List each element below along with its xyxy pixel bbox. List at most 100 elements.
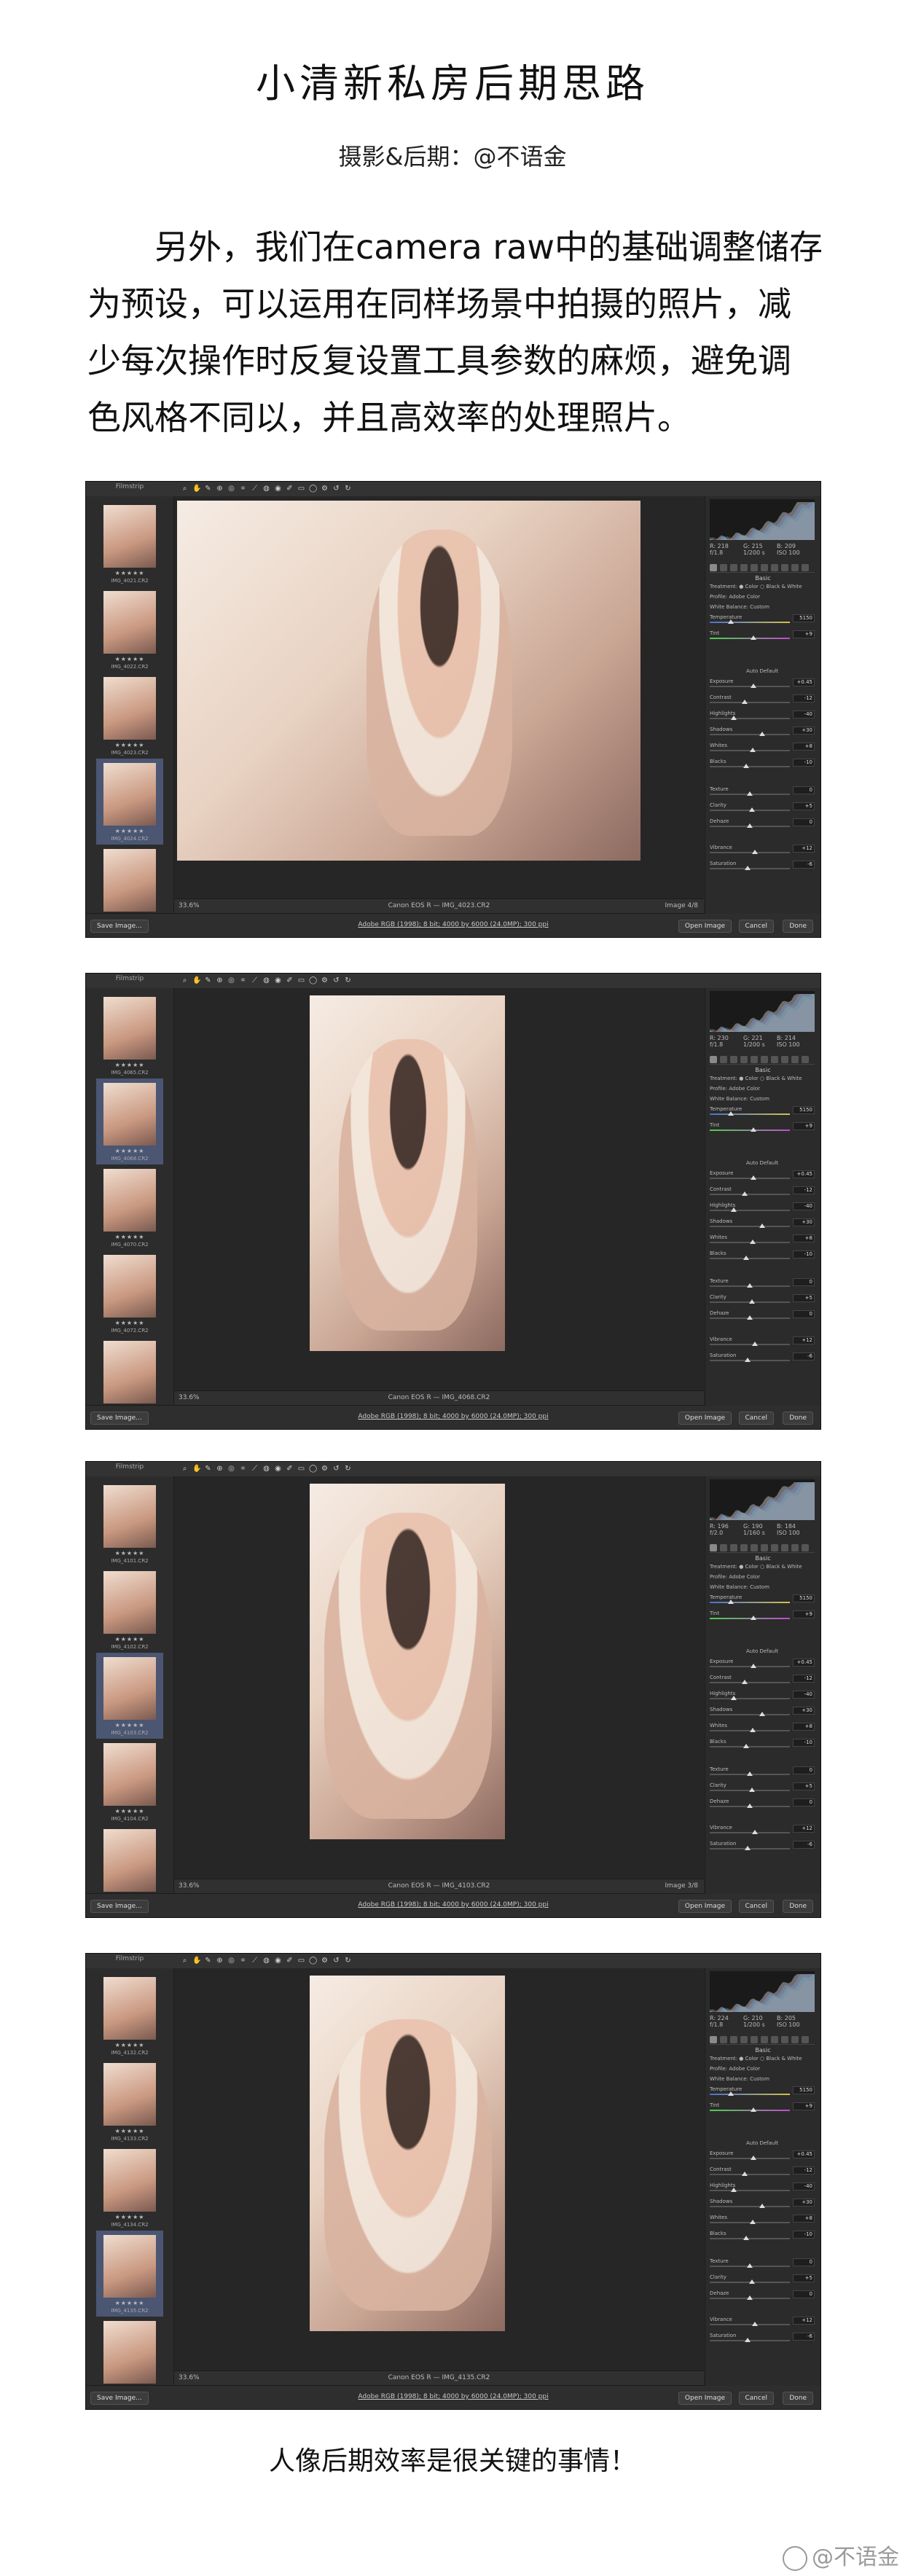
rotate-ccw-icon[interactable]: ↺	[332, 1957, 340, 1965]
split-toning-tab-icon[interactable]	[751, 2036, 758, 2043]
white-balance-select[interactable]: Custom	[750, 2076, 769, 2082]
slider-handle[interactable]	[727, 619, 734, 624]
slider-value-field[interactable]: 5150	[793, 614, 815, 622]
open-image-button[interactable]: Open Image	[678, 1900, 732, 1913]
tone-curve-tab-icon[interactable]	[720, 564, 727, 571]
lens-tab-icon[interactable]	[761, 2036, 768, 2043]
slider-texture[interactable]: Texture 0	[710, 786, 815, 796]
slider-value-field[interactable]: -12	[793, 694, 815, 702]
slider-track[interactable]	[710, 852, 790, 853]
slider-track[interactable]	[710, 2190, 790, 2191]
slider-handle[interactable]	[750, 1240, 756, 1244]
preferences-icon[interactable]: ⚙	[321, 1465, 329, 1473]
slider-handle[interactable]	[750, 1728, 756, 1732]
slider-handle[interactable]	[751, 1616, 756, 1620]
treatment-bw-option[interactable]: ○ Black & White	[760, 2056, 802, 2062]
slider-value-field[interactable]: 0	[793, 1310, 815, 1318]
slider-saturation[interactable]: Saturation -6	[710, 1352, 815, 1363]
slider-handle[interactable]	[727, 1600, 734, 1604]
star-rating[interactable]: ★★★★★	[96, 656, 163, 662]
red-eye-icon[interactable]: ◉	[274, 976, 282, 984]
white-balance-icon[interactable]: ✎	[204, 485, 212, 493]
cancel-button[interactable]: Cancel	[738, 1900, 774, 1913]
auto-link[interactable]: Auto	[746, 1648, 759, 1654]
detail-tab-icon[interactable]	[730, 2036, 737, 2043]
slider-value-field[interactable]: +12	[793, 2317, 815, 2325]
done-button[interactable]: Done	[783, 920, 813, 933]
filmstrip-thumbnail[interactable]: ★★★★★ IMG_4072.CR2	[96, 1250, 163, 1336]
basic-tab-icon[interactable]	[710, 1544, 717, 1551]
slider-value-field[interactable]: 5150	[793, 2086, 815, 2094]
slider-handle[interactable]	[731, 716, 737, 720]
slider-track[interactable]	[710, 1832, 790, 1833]
slider-value-field[interactable]: 5150	[793, 1106, 815, 1114]
radial-filter-icon[interactable]: ◯	[309, 976, 317, 984]
slider-track[interactable]	[710, 2238, 790, 2239]
profile-select[interactable]: Adobe Color	[729, 2066, 760, 2072]
detail-tab-icon[interactable]	[730, 1544, 737, 1551]
filmstrip-thumbnail[interactable]: ★★★★★ IMG_4104.CR2	[96, 1739, 163, 1825]
zoom-icon[interactable]: ⌕	[181, 485, 189, 493]
slider-value-field[interactable]: +5	[793, 802, 815, 810]
treatment-color-option[interactable]: ● Color	[739, 1564, 760, 1570]
slider-blacks[interactable]: Blacks -10	[710, 2231, 815, 2241]
slider-track[interactable]	[710, 1210, 790, 1211]
tone-curve-tab-icon[interactable]	[720, 1056, 727, 1063]
brush-icon[interactable]: ✐	[286, 1465, 294, 1473]
presets-tab-icon[interactable]	[791, 564, 799, 571]
slider-temperature[interactable]: Temperature 5150	[710, 614, 815, 625]
slider-value-field[interactable]: 5150	[793, 1594, 815, 1602]
slider-handle[interactable]	[747, 1804, 753, 1808]
slider-handle[interactable]	[748, 2279, 755, 2284]
slider-handle[interactable]	[743, 2236, 749, 2240]
rotate-ccw-icon[interactable]: ↺	[332, 976, 340, 984]
slider-blacks[interactable]: Blacks -10	[710, 1250, 815, 1261]
calibration-tab-icon[interactable]	[781, 2036, 788, 2043]
slider-value-field[interactable]: 0	[793, 786, 815, 794]
preferences-icon[interactable]: ⚙	[321, 485, 329, 493]
presets-tab-icon[interactable]	[791, 1056, 799, 1063]
crop-icon[interactable]: ⌗	[239, 1465, 247, 1473]
slider-track[interactable]	[710, 1226, 790, 1227]
star-rating[interactable]: ★★★★★	[96, 2042, 163, 2048]
slider-blacks[interactable]: Blacks -10	[710, 1739, 815, 1749]
slider-handle[interactable]	[731, 1207, 737, 1212]
slider-track[interactable]	[710, 1602, 790, 1603]
basic-tab-icon[interactable]	[710, 564, 717, 571]
slider-value-field[interactable]: -10	[793, 1250, 815, 1258]
slider-highlights[interactable]: Highlights -40	[710, 710, 815, 721]
slider-handle[interactable]	[759, 1224, 765, 1228]
slider-handle[interactable]	[751, 1342, 758, 1346]
white-balance-icon[interactable]: ✎	[204, 1465, 212, 1473]
slider-value-field[interactable]: -6	[793, 1841, 815, 1849]
slider-value-field[interactable]: -6	[793, 1352, 815, 1361]
star-rating[interactable]: ★★★★★	[96, 828, 163, 834]
treatment-bw-option[interactable]: ○ Black & White	[760, 1076, 802, 1081]
detail-tab-icon[interactable]	[730, 1056, 737, 1063]
slider-value-field[interactable]: +0.45	[793, 1659, 815, 1667]
slider-value-field[interactable]: -40	[793, 2182, 815, 2191]
color-sampler-icon[interactable]: ⊕	[216, 1957, 224, 1965]
treatment-bw-option[interactable]: ○ Black & White	[760, 584, 802, 590]
default-link[interactable]: Default	[759, 668, 778, 674]
slider-handle[interactable]	[748, 807, 755, 812]
open-image-button[interactable]: Open Image	[678, 1412, 732, 1425]
target-adjust-icon[interactable]: ◎	[227, 976, 235, 984]
filmstrip-thumbnail[interactable]: ★★★★★ IMG_4068.CR2	[96, 1078, 163, 1164]
star-rating[interactable]: ★★★★★	[96, 1808, 163, 1814]
slider-value-field[interactable]: -12	[793, 2166, 815, 2174]
slider-value-field[interactable]: +30	[793, 2199, 815, 2207]
slider-track[interactable]	[710, 2094, 790, 2095]
calibration-tab-icon[interactable]	[781, 1056, 788, 1063]
hand-icon[interactable]: ✋	[192, 1465, 201, 1473]
slider-tint[interactable]: Tint +9	[710, 1610, 815, 1621]
tone-curve-tab-icon[interactable]	[720, 2036, 727, 2043]
snapshots-tab-icon[interactable]	[802, 1056, 809, 1063]
hsl-tab-icon[interactable]	[740, 2036, 748, 2043]
radial-filter-icon[interactable]: ◯	[309, 485, 317, 493]
slider-exposure[interactable]: Exposure +0.45	[710, 1659, 815, 1669]
slider-value-field[interactable]: -10	[793, 2231, 815, 2239]
slider-handle[interactable]	[731, 2188, 737, 2192]
star-rating[interactable]: ★★★★★	[96, 1234, 163, 1240]
filmstrip-thumbnail[interactable]: ★★★★★ IMG_4135.CR2	[96, 2231, 163, 2317]
